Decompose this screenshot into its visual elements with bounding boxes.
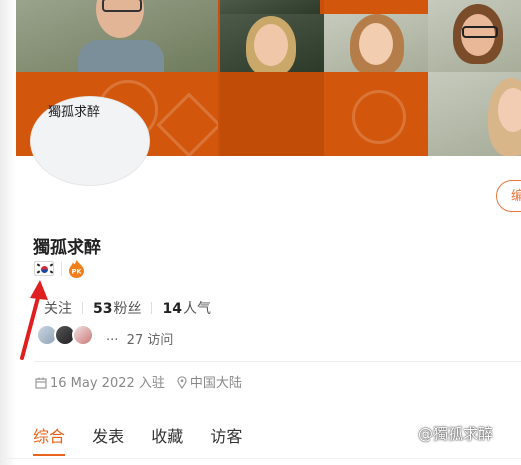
tab-posts[interactable]: 发表	[92, 423, 124, 447]
location-pin-icon	[177, 376, 187, 389]
banner-photo-woman-4	[428, 72, 521, 156]
calendar-icon	[35, 377, 47, 389]
follow-stat[interactable]: 关注	[44, 301, 72, 317]
popularity-stat: 14人气	[162, 301, 210, 317]
section-divider	[34, 361, 521, 362]
badge-divider	[61, 262, 62, 276]
stat-divider	[82, 302, 83, 314]
visitors-text: 27 访问	[126, 333, 174, 348]
tab-favorites[interactable]: 收藏	[151, 423, 183, 447]
fans-stat[interactable]: 53粉丝	[93, 301, 141, 317]
visitor-avatar[interactable]	[72, 324, 94, 346]
stat-divider	[151, 302, 153, 314]
tab-comprehensive[interactable]: 综合	[33, 423, 66, 456]
svg-text:PK: PK	[72, 268, 83, 276]
banner-photo-woman-2	[324, 14, 428, 72]
fans-count: 53	[93, 301, 113, 317]
username: 獨孤求醉	[33, 238, 101, 258]
banner-photo-woman-3	[428, 0, 521, 72]
banner-photo-woman-1	[220, 14, 324, 72]
banner-photo-man	[16, 0, 218, 72]
popularity-label: 人气	[182, 301, 211, 317]
tab-visitors[interactable]: 访客	[210, 423, 242, 447]
banner-tile-orange-top	[324, 0, 428, 14]
visit-count[interactable]: ··· 27 访问	[106, 329, 173, 348]
pk-badge-icon[interactable]: PK	[68, 260, 85, 278]
fans-label: 粉丝	[113, 301, 142, 317]
banner-tile-orange-2	[220, 72, 324, 156]
popularity-count: 14	[162, 301, 182, 317]
banner-tile-orange-3	[324, 72, 428, 156]
join-date: 16 May 2022 入驻	[50, 376, 165, 391]
annotation-arrow-icon	[20, 280, 48, 360]
page-left-shadow	[0, 0, 16, 465]
tabs-baseline	[0, 458, 521, 459]
korea-flag-icon[interactable]	[34, 261, 54, 276]
watermark: @獨孤求醉	[418, 425, 494, 443]
location: 中国大陆	[189, 376, 242, 391]
profile-stats: 关注 53粉丝 14人气	[44, 298, 211, 318]
avatar-alt-text: 獨孤求醉	[48, 105, 101, 120]
edit-profile-button[interactable]: 编	[496, 180, 521, 212]
banner-photo-strip	[220, 0, 320, 14]
visitors-ellipsis: ···	[106, 333, 119, 348]
profile-meta: 16 May 2022 入驻 中国大陆	[35, 372, 242, 391]
profile-tabs: 综合 发表 收藏 访客	[33, 423, 264, 456]
profile-avatar[interactable]: 獨孤求醉	[31, 97, 149, 185]
